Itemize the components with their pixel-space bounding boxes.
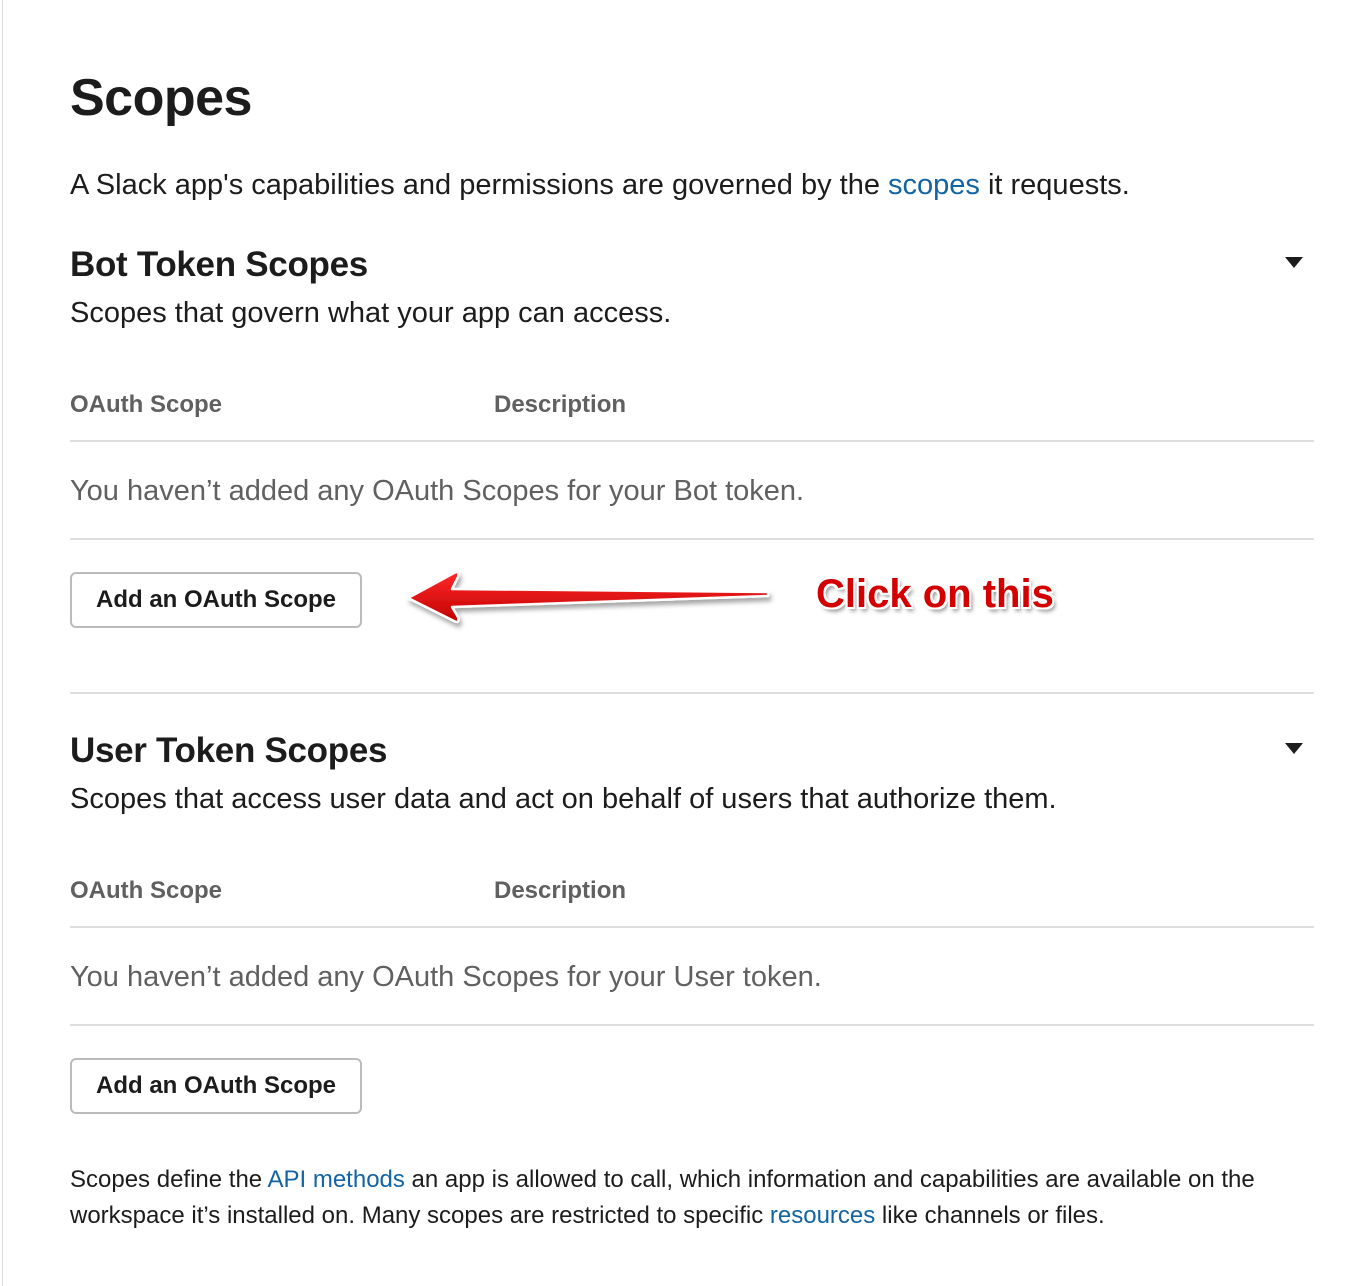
user-empty-message: You haven’t added any OAuth Scopes for y… [70, 961, 822, 993]
bot-column-oauth-scope: OAuth Scope [70, 391, 223, 418]
page-title: Scopes [70, 69, 252, 127]
scopes-panel: Scopes A Slack app's capabilities and pe… [2, 0, 1366, 1286]
intro-text: A Slack app's capabilities and permissio… [70, 165, 1130, 205]
api-methods-link[interactable]: API methods [267, 1166, 404, 1193]
bot-table-divider [70, 538, 1314, 540]
resources-link[interactable]: resources [770, 1202, 875, 1229]
user-column-oauth-scope: OAuth Scope [70, 877, 223, 904]
footer-note: Scopes define the API methods an app is … [70, 1162, 1314, 1234]
user-table-header-divider [70, 926, 1314, 928]
bot-section-subtitle: Scopes that govern what your app can acc… [70, 297, 672, 329]
bot-add-oauth-scope-button[interactable]: Add an OAuth Scope [70, 572, 362, 628]
bot-section-collapse-caret-down-icon[interactable] [1285, 257, 1303, 268]
user-add-oauth-scope-button[interactable]: Add an OAuth Scope [70, 1058, 362, 1114]
bot-column-description: Description [494, 391, 627, 418]
bot-table-header-divider [70, 440, 1314, 442]
intro-text-before: A Slack app's capabilities and permissio… [70, 169, 889, 201]
intro-text-after: it requests. [979, 169, 1130, 201]
bot-empty-message: You haven’t added any OAuth Scopes for y… [70, 475, 805, 507]
annotation-label: Click on this [816, 572, 1054, 616]
bot-section-title: Bot Token Scopes [70, 245, 368, 284]
section-divider [70, 692, 1314, 694]
user-section-subtitle: Scopes that access user data and act on … [70, 783, 1057, 815]
user-section-title: User Token Scopes [70, 731, 388, 770]
scopes-link[interactable]: scopes [888, 169, 980, 201]
annotation-arrow-left-icon [406, 570, 770, 624]
user-column-description: Description [494, 877, 627, 904]
user-table-divider [70, 1024, 1314, 1026]
user-section-collapse-caret-down-icon[interactable] [1285, 743, 1303, 754]
footer-text-1: Scopes define the [70, 1166, 268, 1193]
footer-text-3: like channels or files. [875, 1202, 1105, 1229]
